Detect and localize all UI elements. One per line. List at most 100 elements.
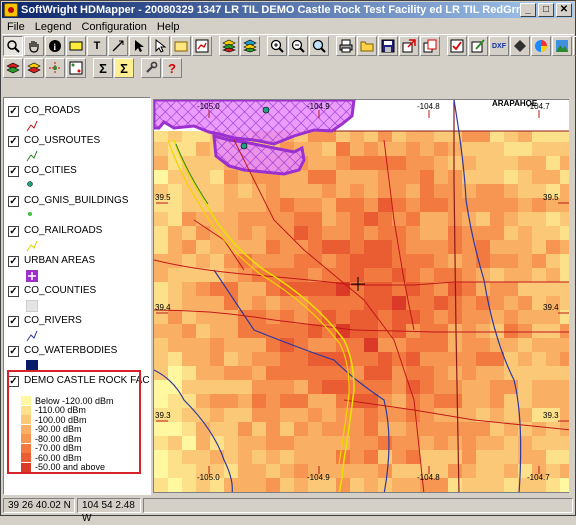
coverage-cell — [154, 394, 168, 408]
menu-configuration[interactable]: Configuration — [76, 21, 151, 33]
layer-checkbox[interactable]: ✓ — [8, 316, 19, 327]
coverage-cell — [504, 240, 518, 254]
select-icon[interactable] — [150, 36, 170, 56]
measure-line-icon[interactable] — [108, 36, 128, 56]
edit-icon[interactable] — [468, 36, 488, 56]
tag-icon[interactable] — [66, 36, 86, 56]
menu-help[interactable]: Help — [152, 21, 185, 33]
coverage-cell — [154, 352, 168, 366]
coverage-map[interactable]: -105.0 -104.9 -104.8 -104.7 -105.0 -104.9 -104… — [154, 100, 570, 493]
coverage-cell — [196, 352, 210, 366]
refresh-icon[interactable] — [192, 36, 212, 56]
zoom-out-icon[interactable] — [288, 36, 308, 56]
layer-label: CO_ROADS — [24, 105, 81, 116]
coverage-cell — [252, 212, 266, 226]
save-icon[interactable] — [378, 36, 398, 56]
sum-icon[interactable]: Σ — [93, 58, 113, 78]
coverage-cell — [518, 254, 532, 268]
layer-stack-icon[interactable] — [3, 58, 23, 78]
coverage-cell — [210, 254, 224, 268]
info-icon[interactable]: i — [45, 36, 65, 56]
coverage-cell — [448, 436, 462, 450]
dxf-icon[interactable]: DXF — [489, 36, 509, 56]
layer-checkbox[interactable]: ✓ — [8, 136, 19, 147]
layer-checkbox[interactable]: ✓ — [8, 286, 19, 297]
shade-icon[interactable] — [510, 36, 530, 56]
coverage-cell — [196, 254, 210, 268]
zoom-in-icon[interactable] — [267, 36, 287, 56]
coverage-cell — [182, 436, 196, 450]
print-icon[interactable] — [336, 36, 356, 56]
pan-hand-icon[interactable] — [24, 36, 44, 56]
coverage-cell — [504, 282, 518, 296]
coverage-cell — [462, 268, 476, 282]
coverage-cell — [210, 450, 224, 464]
check-edit-icon[interactable] — [447, 36, 467, 56]
menu-file[interactable]: File — [2, 21, 30, 33]
layer-stack-alt-icon[interactable] — [24, 58, 44, 78]
menu-legend[interactable]: Legend — [30, 21, 77, 33]
copy-icon[interactable] — [420, 36, 440, 56]
coverage-cell — [196, 282, 210, 296]
coverage-cell — [224, 450, 238, 464]
text-tool-icon[interactable]: T — [87, 36, 107, 56]
map-scrollbar[interactable] — [569, 99, 575, 493]
coverage-cell — [546, 492, 560, 493]
layer-checkbox[interactable]: ✓ — [8, 226, 19, 237]
coverage-cell — [238, 282, 252, 296]
coverage-cell — [504, 254, 518, 268]
layer-checkbox[interactable]: ✓ — [8, 166, 19, 177]
coverage-cell — [168, 338, 182, 352]
coverage-cell — [322, 156, 336, 170]
target-icon[interactable] — [45, 58, 65, 78]
coverage-cell — [224, 254, 238, 268]
terrain-icon[interactable] — [552, 36, 572, 56]
coverage-cell — [392, 380, 406, 394]
coverage-cell — [406, 198, 420, 212]
map-canvas[interactable]: -105.0 -104.9 -104.8 -104.7 -105.0 -104.9 -104… — [153, 99, 570, 493]
coverage-cell — [266, 310, 280, 324]
coverage-cell — [434, 296, 448, 310]
coverage-cell — [546, 142, 560, 156]
coverage-cell — [168, 464, 182, 478]
minimize-button[interactable]: _ — [520, 3, 536, 17]
coverage-cell — [364, 142, 378, 156]
coverage-cell — [224, 422, 238, 436]
point-list-icon[interactable] — [66, 58, 86, 78]
layers-icon[interactable] — [219, 36, 239, 56]
open-folder-icon[interactable] — [357, 36, 377, 56]
layer-checkbox[interactable]: ✓ — [8, 346, 19, 357]
color-icon[interactable] — [531, 36, 551, 56]
layer-checkbox[interactable]: ✓ — [8, 196, 19, 207]
coverage-cell — [196, 170, 210, 184]
coverage-cell — [518, 352, 532, 366]
pointer-icon[interactable] — [129, 36, 149, 56]
maximize-button[interactable]: □ — [538, 3, 554, 17]
coverage-cell — [210, 352, 224, 366]
zoom-extent-icon[interactable] — [309, 36, 329, 56]
close-button[interactable]: ✕ — [556, 3, 572, 17]
sum-alt-icon[interactable]: Σ — [114, 58, 134, 78]
export-icon[interactable] — [399, 36, 419, 56]
help-icon[interactable]: ? — [162, 58, 182, 78]
coverage-cell — [280, 296, 294, 310]
coverage-cell — [336, 478, 350, 492]
coverage-cell — [434, 324, 448, 338]
coverage-cell — [196, 142, 210, 156]
latitude-label-left: 39.5 — [155, 193, 171, 202]
open-map-icon[interactable] — [171, 36, 191, 56]
layer-checkbox[interactable]: ✓ — [8, 256, 19, 267]
coverage-cell — [420, 408, 434, 422]
zoom-icon[interactable] — [3, 36, 23, 56]
coverage-cell — [350, 380, 364, 394]
coverage-cell — [434, 184, 448, 198]
coverage-cell — [406, 226, 420, 240]
wrench-icon[interactable] — [141, 58, 161, 78]
coverage-cell — [350, 226, 364, 240]
layers-alt-icon[interactable] — [240, 36, 260, 56]
coverage-cell — [476, 464, 490, 478]
coverage-cell — [532, 436, 546, 450]
coverage-cell — [154, 478, 168, 492]
layer-checkbox[interactable]: ✓ — [8, 106, 19, 117]
title-bar[interactable]: SoftWright HDMapper - 20080329 1347 LR T… — [2, 2, 574, 18]
